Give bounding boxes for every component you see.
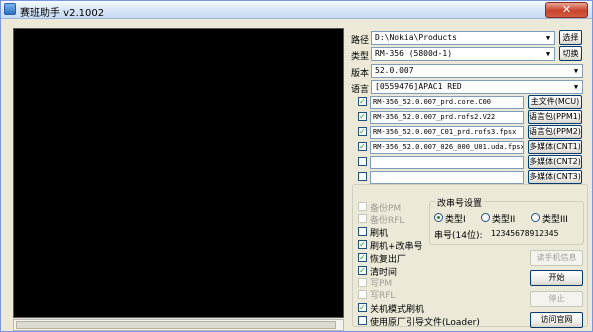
file-field-cnt2[interactable] [370,156,524,169]
write-rfl-label: 写RFL [370,291,396,301]
version-value: 52.0.007 [375,66,414,75]
backup-pm-checkbox[interactable] [358,202,367,211]
serial-type3-label: 类型III [542,215,568,225]
language-label: 语言 [351,85,370,95]
dropdown-arrow-icon[interactable]: ▼ [570,81,582,93]
horizontal-scrollbar[interactable] [13,319,344,331]
path-value: D:\Nokia\Products [375,33,457,42]
file-field-ppm1[interactable]: RM-356_52.0.007_prd.rofs2.V22 [370,111,524,124]
type-label: 类型 [351,52,370,62]
file-field-ppm2[interactable]: RM-356_52.0.007_C01_prd.rofs3.fpsx [370,126,524,139]
serial-type2-label: 类型II [492,215,516,225]
switch-type-button[interactable]: 切换 [559,46,582,61]
close-button[interactable]: ✕ [545,2,588,18]
type-combo[interactable]: RM-356 (5800d-1) ▼ [371,47,555,61]
file-button-mcu[interactable]: 主文件(MCU) [528,95,582,109]
language-combo[interactable]: [0559476]APAC1 RED ▼ [371,80,583,94]
file-field-mcu[interactable]: RM-356_52.0.007_prd.core.C00 [370,96,524,109]
poweroff-flash-label: 关机模式刷机 [370,305,425,315]
read-phone-info-button[interactable]: 读手机信息 [530,250,583,266]
serial-settings-title: 改串号设置 [435,196,485,209]
dropdown-arrow-icon[interactable]: ▼ [542,32,554,44]
flash-checkbox[interactable] [358,227,367,236]
backup-rfl-checkbox[interactable] [358,214,367,223]
factory-reset-label: 恢复出厂 [370,255,407,265]
log-console[interactable] [13,28,344,318]
type-value: RM-356 (5800d-1) [375,49,453,58]
flash-label: 刷机 [370,229,389,239]
factory-reset-checkbox[interactable]: ✓ [358,253,367,262]
serial-type3-radio[interactable] [531,213,540,222]
version-label: 版本 [351,69,370,79]
file-button-ppm2[interactable]: 语言包(PPM2) [528,125,582,139]
file-checkbox-cnt1[interactable]: ✓ [358,142,367,151]
dropdown-arrow-icon[interactable]: ▼ [570,65,582,77]
dropdown-arrow-icon[interactable]: ▼ [542,48,554,60]
file-checkbox-mcu[interactable]: ✓ [358,97,367,106]
serial-field-label: 串号(14位): [434,231,483,241]
stop-button[interactable]: 停止 [530,291,583,307]
scrollbar-thumb[interactable] [16,321,336,329]
serial-type1-label: 类型I [445,215,466,225]
file-checkbox-cnt2[interactable] [358,157,367,166]
title-bar[interactable]: 赛班助手 v2.1002 ✕ [1,1,592,19]
write-pm-checkbox[interactable] [358,278,367,287]
use-loader-label: 使用原厂引导文件(Loader) [370,318,480,328]
app-icon [4,3,16,15]
path-label: 路径 [351,36,370,46]
serial-number-input[interactable]: 12345678912345 [491,229,558,238]
write-rfl-checkbox[interactable] [358,290,367,299]
file-checkbox-cnt3[interactable] [358,172,367,181]
start-button[interactable]: 开始 [530,270,583,286]
flash-change-serial-label: 刷机+改串号 [370,242,423,252]
file-field-cnt3[interactable] [370,171,524,184]
version-combo[interactable]: 52.0.007 ▼ [371,64,583,78]
visit-website-button[interactable]: 访问官网 [530,312,583,328]
use-loader-checkbox[interactable] [358,316,367,325]
select-path-button[interactable]: 选择 [559,30,582,45]
file-button-cnt1[interactable]: 多媒体(CNT1) [528,140,582,154]
window-title: 赛班助手 v2.1002 [20,8,105,19]
file-checkbox-ppm2[interactable]: ✓ [358,127,367,136]
serial-type2-radio[interactable] [481,213,490,222]
path-combo[interactable]: D:\Nokia\Products ▼ [371,31,555,45]
language-value: [0559476]APAC1 RED [375,82,462,91]
flash-change-serial-checkbox[interactable]: ✓ [358,240,367,249]
file-checkbox-ppm1[interactable]: ✓ [358,112,367,121]
poweroff-flash-checkbox[interactable]: ✓ [358,303,367,312]
serial-type1-radio[interactable] [434,213,443,222]
file-button-cnt3[interactable]: 多媒体(CNT3) [528,170,582,184]
file-field-cnt1[interactable]: RM-356_52.0.007_026_000_U01.uda.fpsx [370,141,524,154]
app-window: 赛班助手 v2.1002 ✕ 路径 D:\Nokia\Products ▼ 选择… [0,0,593,332]
file-button-ppm1[interactable]: 语言包(PPM1) [528,110,582,124]
clear-time-checkbox[interactable]: ✓ [358,266,367,275]
file-button-cnt2[interactable]: 多媒体(CNT2) [528,155,582,169]
backup-rfl-label: 备份RFL [370,216,405,226]
